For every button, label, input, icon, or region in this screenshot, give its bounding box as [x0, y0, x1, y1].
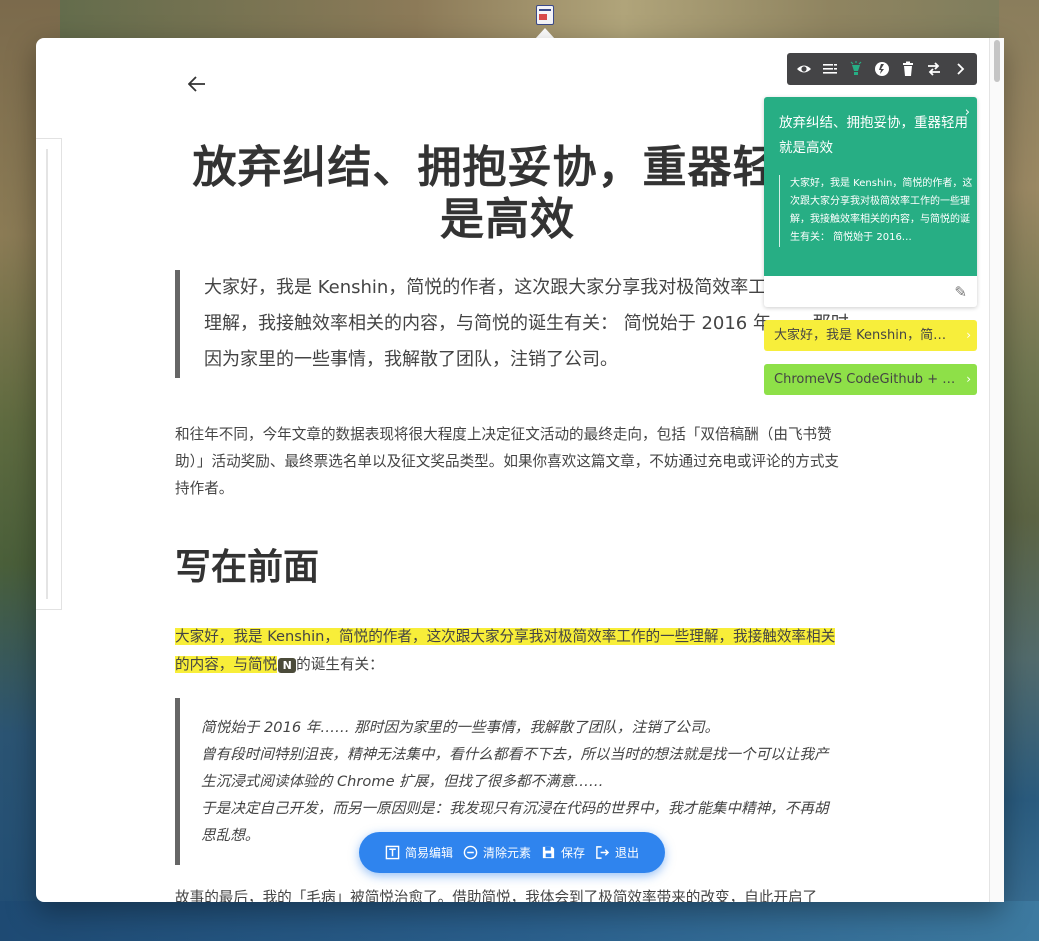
list-button[interactable]	[819, 58, 841, 80]
desktop-wallpaper-bottom	[0, 901, 1039, 941]
trash-button[interactable]	[897, 58, 919, 80]
scrollbar-thumb[interactable]	[994, 40, 1000, 82]
edit-action-bar: 简易编辑 清除元素 保存 退出	[359, 832, 665, 873]
swap-icon	[928, 62, 940, 76]
scrollbar[interactable]	[989, 38, 1004, 902]
eye-button[interactable]	[793, 58, 815, 80]
outline-sidebar[interactable]	[36, 138, 62, 610]
article-title: 放弃纠结、拥抱妥协，重器轻用 是高效	[175, 142, 840, 246]
save-icon	[542, 846, 555, 859]
clear-elements-label: 清除元素	[482, 846, 531, 860]
closing-paragraph: 故事的最后，我的「毛病」被简悦治愈了。借助简悦，我体会到了极简效率带来的改变，自…	[175, 889, 818, 902]
highlight-list-text: ChromeVS CodeGithub + g…	[774, 372, 959, 387]
section-heading: 写在前面	[175, 546, 320, 587]
highlight-list-item[interactable]: 大家好，我是 Kenshin，简悦… ›	[764, 320, 977, 351]
exit-button[interactable]: 退出	[595, 844, 639, 861]
arrow-left-icon	[187, 76, 205, 92]
note-badge[interactable]: N	[278, 658, 297, 673]
list-icon	[823, 64, 837, 74]
collapse-button[interactable]	[949, 58, 971, 80]
export-icon	[875, 62, 889, 76]
highlight-mark[interactable]: 大家好，我是 Kenshin，简悦的作者，这次跟大家分享我对极简效率工作的一些理…	[175, 628, 836, 673]
title-line-2: 是高效	[440, 195, 575, 244]
bulb-button[interactable]	[845, 58, 867, 80]
highlight-list-text: 大家好，我是 Kenshin，简悦…	[774, 328, 959, 343]
exit-label: 退出	[615, 846, 640, 860]
exit-icon	[596, 846, 610, 859]
simple-edit-label: 简易编辑	[404, 846, 453, 860]
highlight-list-item[interactable]: ChromeVS CodeGithub + g… ›	[764, 364, 977, 395]
desktop-wallpaper-right	[999, 0, 1039, 941]
note-card[interactable]: 放弃纠结、拥抱妥协，重器轻用就是高效 › 大家好，我是 Kenshin，简悦的作…	[764, 97, 977, 307]
bulb-icon	[850, 61, 862, 75]
intro-paragraph: 和往年不同，今年文章的数据表现将很大程度上决定征文活动的最终走向，包括「双倍稿酬…	[175, 426, 840, 497]
quote-line: 曾有段时间特别沮丧，精神无法集中，看什么都看不下去，所以当时的想法就是找一个可以…	[201, 746, 829, 790]
chevron-right-icon: ›	[966, 328, 971, 342]
export-button[interactable]	[871, 58, 893, 80]
clear-elements-button[interactable]: 清除元素	[463, 844, 531, 861]
note-title: 放弃纠结、拥抱妥协，重器轻用就是高效	[779, 115, 968, 156]
chevron-right-icon[interactable]: ›	[965, 105, 970, 120]
simple-edit-button[interactable]: 简易编辑	[385, 844, 453, 861]
lead-blockquote: 大家好，我是 Kenshin，简悦的作者，这次跟大家分享我对极简效率工作的一些理…	[175, 270, 854, 378]
trash-icon	[903, 61, 913, 76]
pencil-icon[interactable]: ✎	[954, 283, 967, 301]
note-body: 大家好，我是 Kenshin，简悦的作者，这次跟大家分享我对极简效率工作的一些理…	[779, 175, 977, 247]
chevron-right-icon: ›	[966, 372, 971, 386]
desktop-wallpaper-top	[0, 0, 1039, 40]
back-button[interactable]	[184, 74, 210, 98]
annotation-toolbar	[787, 53, 977, 85]
eye-icon	[797, 65, 811, 73]
highlighted-paragraph: 大家好，我是 Kenshin，简悦的作者，这次跟大家分享我对极简效率工作的一些理…	[175, 623, 840, 679]
chevron-right-icon	[957, 63, 965, 75]
minus-circle-icon	[463, 845, 478, 860]
quote-line: 简悦始于 2016 年…… 那时因为家里的一些事情，我解散了团队，注销了公司。	[201, 719, 720, 736]
extension-icon[interactable]	[536, 5, 554, 25]
text-edit-icon	[385, 845, 400, 860]
note-card-header: 放弃纠结、拥抱妥协，重器轻用就是高效 › 大家好，我是 Kenshin，简悦的作…	[764, 97, 977, 276]
save-label: 保存	[561, 846, 586, 860]
swap-button[interactable]	[923, 58, 945, 80]
title-line-1: 放弃纠结、拥抱妥协，重器轻用	[192, 143, 823, 192]
save-button[interactable]: 保存	[541, 844, 585, 861]
paragraph-rest: 的诞生有关：	[296, 656, 384, 673]
